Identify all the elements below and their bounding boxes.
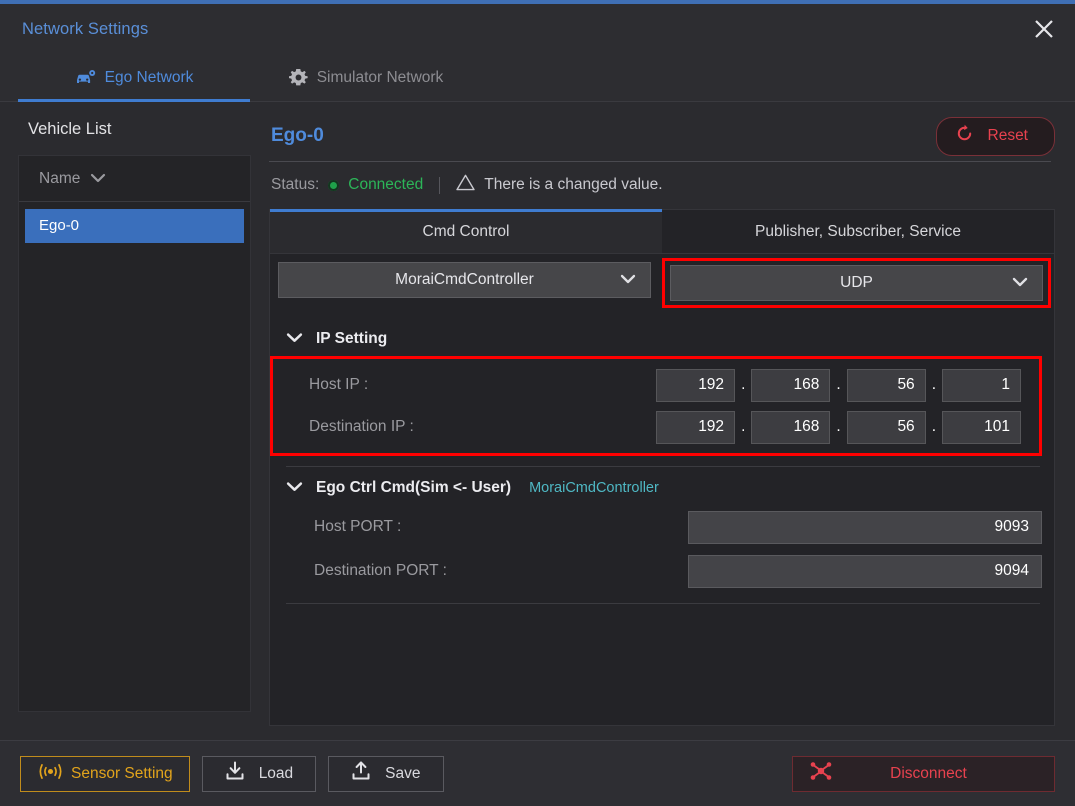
vehicle-list-panel: Name Ego-0 xyxy=(18,155,251,712)
field-label: Host PORT : xyxy=(314,518,688,536)
vehicle-list-body: Ego-0 xyxy=(19,202,250,243)
reset-button[interactable]: Reset xyxy=(936,117,1056,156)
section-divider xyxy=(286,603,1040,604)
reset-label: Reset xyxy=(988,127,1029,145)
field-label: Host IP : xyxy=(309,376,656,394)
gear-icon xyxy=(289,68,308,87)
save-button[interactable]: Save xyxy=(328,756,443,792)
disconnect-label: Disconnect xyxy=(833,765,1038,783)
load-button[interactable]: Load xyxy=(202,756,316,792)
destination-ip-octet-2[interactable]: 168 xyxy=(751,411,830,444)
sidebar: Vehicle List Name Ego-0 xyxy=(0,102,255,740)
window-title: Network Settings xyxy=(22,20,148,39)
protocol-dropdown[interactable]: UDP xyxy=(670,265,1043,301)
section-title: Ego Ctrl Cmd(Sim <- User) xyxy=(316,479,511,497)
chevron-down-icon xyxy=(620,271,636,289)
cmd-control-dropdown-cell: MoraiCmdController xyxy=(270,262,659,308)
ip-separator: . xyxy=(926,377,942,393)
cmd-control-dropdown-value: MoraiCmdController xyxy=(395,271,534,289)
destination-port-input[interactable]: 9094 xyxy=(688,555,1042,588)
ip-separator: . xyxy=(926,419,942,435)
section-divider xyxy=(286,466,1040,467)
segment-publisher-subscriber-service[interactable]: Publisher, Subscriber, Service xyxy=(662,210,1054,253)
upload-icon xyxy=(351,761,371,786)
host-ip-octets: 192 . 168 . 56 . 1 xyxy=(656,369,1021,402)
ip-separator: . xyxy=(830,377,846,393)
destination-ip-octets: 192 . 168 . 56 . 101 xyxy=(656,411,1021,444)
protocol-dropdown-value: UDP xyxy=(840,274,873,292)
warning-text: There is a changed value. xyxy=(484,176,662,194)
tab-bar: Ego Network Simulator Network xyxy=(0,54,1075,102)
dropdown-row: MoraiCmdController UDP xyxy=(270,254,1054,314)
field-label: Destination IP : xyxy=(309,418,656,436)
segment-cmd-control[interactable]: Cmd Control xyxy=(270,210,662,253)
field-label: Destination PORT : xyxy=(314,562,688,580)
section-subtitle: MoraiCmdController xyxy=(529,480,659,496)
section-header-ip-setting[interactable]: IP Setting xyxy=(270,320,1054,356)
content-pane: Ego-0 Reset Status: Connected xyxy=(255,102,1075,740)
field-destination-ip: Destination IP : 192 . 168 . 56 . 101 xyxy=(279,406,1033,448)
chevron-down-icon xyxy=(1012,274,1028,292)
car-network-icon xyxy=(75,69,96,86)
content-header: Ego-0 Reset xyxy=(263,102,1055,154)
segment-tabs: Cmd Control Publisher, Subscriber, Servi… xyxy=(270,210,1054,254)
sensor-setting-button[interactable]: Sensor Setting xyxy=(20,756,190,792)
warning-triangle-icon xyxy=(456,174,475,196)
disconnect-button[interactable]: Disconnect xyxy=(792,756,1055,792)
ip-separator: . xyxy=(735,419,751,435)
sensor-setting-label: Sensor Setting xyxy=(71,765,173,783)
load-label: Load xyxy=(259,765,293,783)
title-bar: Network Settings xyxy=(0,4,1075,54)
page-title: Ego-0 xyxy=(263,125,324,147)
download-icon xyxy=(225,761,245,786)
refresh-icon xyxy=(955,124,974,148)
disconnect-node-icon xyxy=(809,760,833,787)
network-settings-window: Network Settings Ego Network xyxy=(0,0,1075,806)
status-value: Connected xyxy=(348,176,423,194)
host-port-input[interactable]: 9093 xyxy=(688,511,1042,544)
protocol-dropdown-highlight: UDP xyxy=(662,258,1051,308)
status-label: Status: xyxy=(271,176,319,194)
ip-separator: . xyxy=(830,419,846,435)
status-dot-icon xyxy=(328,180,339,191)
section-header-ego-ctrl-cmd[interactable]: Ego Ctrl Cmd(Sim <- User) MoraiCmdContro… xyxy=(270,469,1054,505)
list-item[interactable]: Ego-0 xyxy=(25,209,244,243)
tab-label: Ego Network xyxy=(105,69,194,87)
column-header-label: Name xyxy=(39,170,80,188)
main-body: Vehicle List Name Ego-0 Ego-0 xyxy=(0,102,1075,740)
chevron-down-icon xyxy=(286,330,303,348)
status-separator xyxy=(439,177,440,194)
tab-simulator-network[interactable]: Simulator Network xyxy=(250,54,482,101)
chevron-down-icon xyxy=(286,479,303,497)
save-label: Save xyxy=(385,765,420,783)
section-title: IP Setting xyxy=(316,330,387,348)
tab-label: Simulator Network xyxy=(317,69,444,87)
field-host-port: Host PORT : 9093 xyxy=(270,505,1054,549)
ip-fields-highlight: Host IP : 192 . 168 . 56 . 1 xyxy=(270,356,1042,456)
vehicle-list-column-header[interactable]: Name xyxy=(19,156,250,202)
host-ip-octet-1[interactable]: 192 xyxy=(656,369,735,402)
footer-bar: Sensor Setting Load Save xyxy=(0,740,1075,806)
chevron-down-icon xyxy=(90,170,106,188)
host-ip-octet-4[interactable]: 1 xyxy=(942,369,1021,402)
host-ip-octet-3[interactable]: 56 xyxy=(847,369,926,402)
tab-ego-network[interactable]: Ego Network xyxy=(18,54,250,101)
field-host-ip: Host IP : 192 . 168 . 56 . 1 xyxy=(279,364,1033,406)
cmd-control-dropdown[interactable]: MoraiCmdController xyxy=(278,262,651,298)
destination-ip-octet-1[interactable]: 192 xyxy=(656,411,735,444)
sidebar-title: Vehicle List xyxy=(0,102,255,155)
sensor-wave-icon xyxy=(37,763,64,785)
destination-ip-octet-3[interactable]: 56 xyxy=(847,411,926,444)
field-destination-port: Destination PORT : 9094 xyxy=(270,549,1054,593)
ip-separator: . xyxy=(735,377,751,393)
destination-ip-octet-4[interactable]: 101 xyxy=(942,411,1021,444)
host-ip-octet-2[interactable]: 168 xyxy=(751,369,830,402)
status-row: Status: Connected There is a changed val… xyxy=(263,162,1055,209)
close-icon[interactable] xyxy=(1025,10,1063,48)
settings-panel: Cmd Control Publisher, Subscriber, Servi… xyxy=(269,209,1055,726)
settings-scroll-area[interactable]: IP Setting Host IP : 192 . 168 . 56 . xyxy=(270,314,1054,725)
